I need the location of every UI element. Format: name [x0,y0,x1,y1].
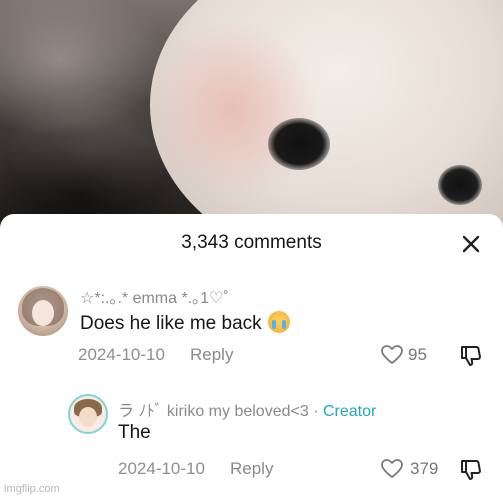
comment-date: 2024-10-10 [78,345,165,364]
avatar[interactable] [68,394,108,434]
reply-button[interactable]: Reply [190,345,233,365]
watermark: imgflip.com [4,483,60,495]
like-count: 95 [408,345,427,364]
comment-author[interactable]: ☆*:.｡.* emma *.｡1♡˚ [80,284,229,308]
heart-icon[interactable] [380,343,404,372]
reply-text: The [118,422,151,443]
heart-icon[interactable] [380,457,404,486]
dislike-icon[interactable] [458,457,484,488]
avatar[interactable] [18,286,68,336]
close-icon[interactable] [459,232,483,256]
creator-badge: Creator [322,403,377,420]
like-count: 379 [410,459,439,478]
loudly-crying-face-icon [267,311,290,333]
reply-author[interactable]: ラ ﾉﾄﾞ kiriko my beloved<3 · Creator [118,397,376,421]
comment-text: Does he like me back [80,311,290,335]
reply-date: 2024-10-10 [118,459,205,478]
dislike-icon[interactable] [458,343,484,374]
comments-sheet: 3,343 comments ☆*:.｡.* emma *.｡1♡˚ Does … [0,214,503,499]
comments-count-title: 3,343 comments [181,232,322,253]
reply-button[interactable]: Reply [230,459,273,479]
background-photo [0,0,503,240]
